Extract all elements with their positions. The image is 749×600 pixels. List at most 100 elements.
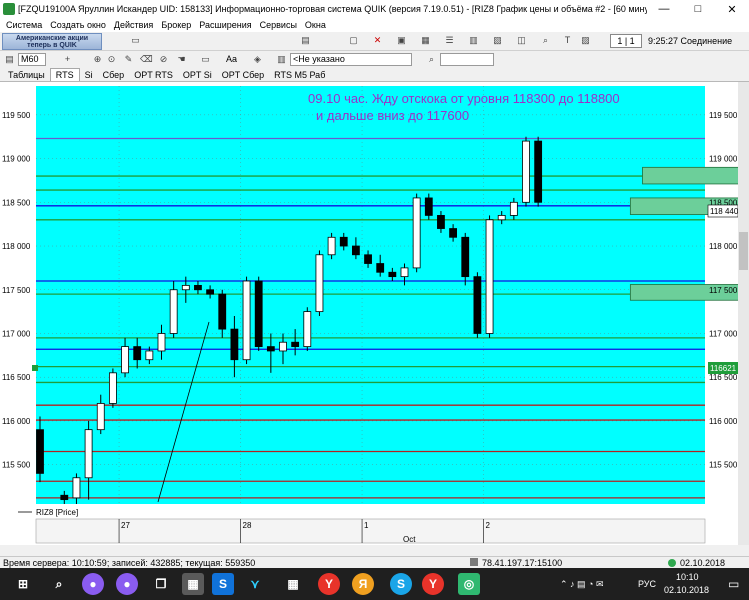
quik-app-icon bbox=[3, 3, 15, 15]
vertical-scrollbar[interactable] bbox=[738, 82, 749, 545]
yandex-icon-2[interactable]: Я bbox=[352, 573, 374, 595]
y-tick-label-left: 118 000 bbox=[2, 242, 31, 251]
candle-bull bbox=[315, 254, 324, 313]
candle-bear bbox=[351, 245, 360, 256]
maximize-button[interactable]: □ bbox=[681, 3, 715, 15]
date-label: 27 bbox=[121, 521, 130, 530]
menu-actions[interactable]: Действия bbox=[110, 20, 157, 30]
promo-banner[interactable]: Американские акции теперь в QUIK bbox=[2, 33, 102, 50]
security-select[interactable]: <Не указано bbox=[290, 53, 412, 66]
voice-icon[interactable]: ● bbox=[116, 573, 138, 595]
view-icon[interactable]: ▨ bbox=[580, 35, 591, 46]
menu-services[interactable]: Сервисы bbox=[256, 20, 301, 30]
chart-icon[interactable]: ▧ bbox=[492, 35, 503, 46]
list-icon[interactable]: ☰ bbox=[444, 35, 455, 46]
font-icon[interactable]: T bbox=[562, 35, 573, 46]
crosshair-icon[interactable]: ⊕ bbox=[92, 54, 103, 65]
scrollbar-thumb[interactable] bbox=[739, 232, 748, 270]
notifications-icon[interactable]: ▭ bbox=[728, 577, 739, 591]
last-price-text: 118 440 bbox=[710, 207, 738, 216]
menu-system[interactable]: Система bbox=[2, 20, 46, 30]
tray-icons[interactable]: ⌃ ♪ ▤ ◔ ✉ bbox=[560, 579, 604, 590]
ruler-icon[interactable]: ⊘ bbox=[158, 54, 169, 65]
chart-plot-area[interactable] bbox=[36, 86, 705, 504]
menu-broker[interactable]: Брокер bbox=[157, 20, 195, 30]
window-icon[interactable]: ▢ bbox=[348, 35, 359, 46]
cancel-order-icon[interactable]: ✕ bbox=[372, 35, 383, 46]
candle-bear bbox=[424, 197, 433, 216]
menu-create-window[interactable]: Создать окно bbox=[46, 20, 110, 30]
candle-bear bbox=[388, 271, 397, 278]
tray-date[interactable]: 02.10.2018 bbox=[664, 585, 709, 595]
skype-icon[interactable]: S bbox=[390, 573, 412, 595]
price-chart[interactable]: 115 500 115 500 116 000 116 000 116 500 116 5… bbox=[0, 82, 749, 545]
calculator-icon[interactable]: ▦ bbox=[282, 573, 304, 595]
rectangle-icon[interactable]: ▭ bbox=[200, 54, 211, 65]
tab-rts[interactable]: RTS bbox=[49, 68, 80, 81]
table-icon[interactable]: ▤ bbox=[300, 35, 311, 46]
portfolio-icon[interactable]: ▥ bbox=[468, 35, 479, 46]
tray-time[interactable]: 10:10 bbox=[676, 572, 699, 582]
order-icon[interactable]: ▣ bbox=[396, 35, 407, 46]
add-icon[interactable]: + bbox=[62, 54, 73, 65]
tab-opt-sber[interactable]: OPT Сбер bbox=[217, 70, 269, 80]
font-size-label[interactable]: Aa bbox=[226, 54, 237, 64]
network-icon bbox=[470, 558, 478, 566]
quik-taskbar-icon[interactable]: ⋎ bbox=[244, 573, 266, 595]
legend-label[interactable]: RIZ8 [Price] bbox=[36, 508, 78, 517]
menu-extensions[interactable]: Расширения bbox=[195, 20, 255, 30]
menu-bar: Система Создать окно Действия Брокер Рас… bbox=[0, 18, 749, 32]
tab-tables[interactable]: Таблицы bbox=[3, 70, 50, 80]
server-ip: 78.41.197.17:15100 bbox=[482, 558, 563, 568]
settings-icon[interactable]: ◫ bbox=[516, 35, 527, 46]
y-tick-label-right: 117 000 bbox=[709, 329, 738, 338]
tab-si[interactable]: Si bbox=[80, 70, 98, 80]
y-tick-label-right: 116 500 bbox=[709, 373, 738, 382]
y-tick-label-left: 119 000 bbox=[2, 155, 31, 164]
tab-rts-m5[interactable]: RTS M5 Раб bbox=[269, 70, 330, 80]
menu-windows[interactable]: Окна bbox=[301, 20, 330, 30]
yandex-icon-3[interactable]: Y bbox=[422, 573, 444, 595]
y-tick-label-left: 117 000 bbox=[2, 329, 31, 338]
y-tick-label-right: 118 000 bbox=[709, 242, 738, 251]
search-icon[interactable]: ⌕ bbox=[426, 54, 437, 65]
shapes-icon[interactable]: ◈ bbox=[252, 54, 263, 65]
eraser-icon[interactable]: ⌫ bbox=[140, 54, 153, 65]
skype-web-icon[interactable]: S bbox=[212, 573, 234, 595]
candle-bull bbox=[157, 333, 166, 352]
candle-bull bbox=[169, 289, 178, 334]
yandex-browser-icon[interactable]: Y bbox=[318, 573, 340, 595]
hand-icon[interactable]: ☚ bbox=[176, 54, 187, 65]
search-input[interactable] bbox=[440, 53, 494, 66]
minimize-button[interactable]: — bbox=[647, 3, 681, 15]
candle-bear bbox=[291, 341, 300, 347]
date-label: 1 bbox=[364, 521, 369, 530]
chart-annotation-line1[interactable]: 09.10 час. Жду отскока от уровня 118300 … bbox=[308, 91, 620, 106]
close-button[interactable]: ✕ bbox=[715, 3, 749, 16]
search-icon-taskbar[interactable]: ⌕ bbox=[48, 573, 70, 595]
tray-language[interactable]: РУС bbox=[638, 579, 656, 589]
windows-taskbar: ⊞ ⌕ ● ● ❐ ▦ S ⋎ ▦ Y Я S Y ◎ ⌃ ♪ ▤ ◔ ✉ РУ… bbox=[0, 568, 749, 600]
tiles-icon[interactable]: ▦ bbox=[182, 573, 204, 595]
interval-select[interactable]: M60 bbox=[18, 53, 46, 66]
assistant-icon[interactable]: ● bbox=[82, 573, 104, 595]
windows-start-icon[interactable]: ⊞ bbox=[12, 573, 34, 595]
zoom-icon[interactable]: ⊙ bbox=[106, 54, 117, 65]
tab-sber[interactable]: Сбер bbox=[98, 70, 130, 80]
interval-icon: ▤ bbox=[5, 54, 14, 64]
date-label: 28 bbox=[243, 521, 252, 530]
tab-opt-si[interactable]: OPT Si bbox=[178, 70, 217, 80]
month-label: Oct bbox=[403, 535, 416, 544]
tab-opt-rts[interactable]: OPT RTS bbox=[129, 70, 178, 80]
filter-icon[interactable]: ⌕ bbox=[540, 35, 551, 46]
promo-line1: Американские акции bbox=[15, 35, 89, 42]
app-icon-green[interactable]: ◎ bbox=[458, 573, 480, 595]
support-resistance-zone bbox=[642, 166, 749, 185]
y-tick-label-right: 119 000 bbox=[709, 155, 738, 164]
task-view-icon[interactable]: ❐ bbox=[150, 573, 172, 595]
grid-icon[interactable]: ▦ bbox=[420, 35, 431, 46]
pencil-icon[interactable]: ✎ bbox=[123, 54, 134, 65]
fullscreen-icon[interactable]: ▭ bbox=[130, 35, 141, 46]
chart-annotation-line2[interactable]: и дальше вниз до 117600 bbox=[316, 108, 469, 123]
candle-bear bbox=[339, 236, 348, 247]
